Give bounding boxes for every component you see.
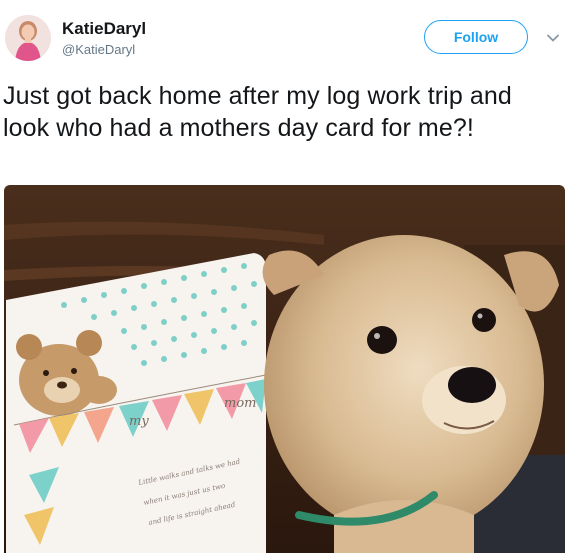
tweet-text: Just got back home after my log work tri… [3, 82, 512, 142]
dog-with-card-image: my mom Little walks and talks we had whe… [4, 185, 565, 553]
tweet-photo[interactable]: my mom Little walks and talks we had whe… [4, 185, 565, 553]
card-letter: mom [224, 396, 256, 411]
card-letter: my [129, 414, 149, 429]
avatar-image [5, 15, 51, 61]
user-handle[interactable]: @KatieDaryl [62, 42, 135, 57]
display-name[interactable]: KatieDaryl [62, 19, 146, 39]
chevron-down-icon[interactable] [545, 30, 561, 46]
avatar[interactable] [5, 15, 51, 61]
follow-button[interactable]: Follow [424, 20, 528, 54]
